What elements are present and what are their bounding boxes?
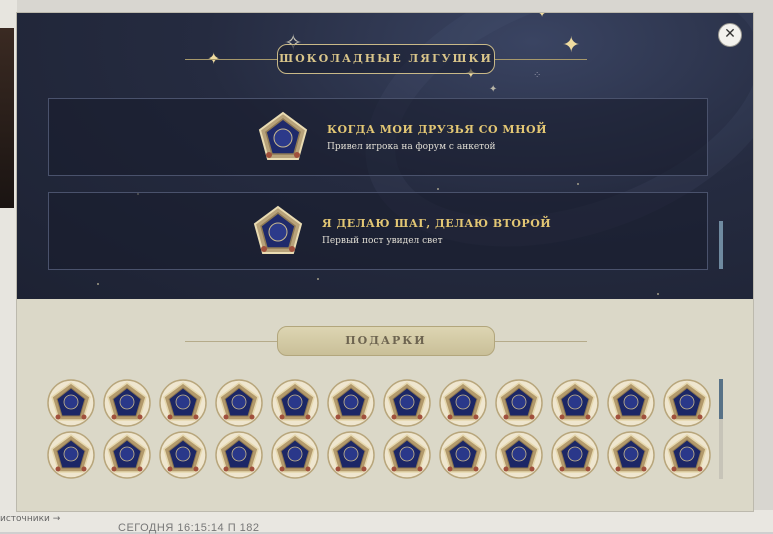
achievement-card: Я ДЕЛАЮ ШАГ, ДЕЛАЮ ВТОРОЙ Первый пост ув… xyxy=(48,192,708,270)
background-avatar xyxy=(0,28,14,208)
gift-chocolate-frog-card-icon[interactable] xyxy=(159,379,207,427)
gift-chocolate-frog-card-icon[interactable] xyxy=(439,431,487,479)
gift-chocolate-frog-card-icon[interactable] xyxy=(439,379,487,427)
gift-chocolate-frog-card-icon[interactable] xyxy=(663,379,711,427)
title-rule-right xyxy=(495,59,587,60)
gift-chocolate-frog-card-icon[interactable] xyxy=(215,379,263,427)
achievement-card: КОГДА МОИ ДРУЗЬЯ СО МНОЙ Привел игрока н… xyxy=(48,98,708,176)
close-button[interactable]: ✕ xyxy=(718,23,742,47)
gift-chocolate-frog-card-icon[interactable] xyxy=(551,379,599,427)
gift-chocolate-frog-card-icon[interactable] xyxy=(215,431,263,479)
gifts-scrollbar-thumb[interactable] xyxy=(719,379,723,419)
chocolate-frog-card-icon xyxy=(258,111,308,160)
background-left-column xyxy=(0,0,17,532)
gift-chocolate-frog-card-icon[interactable] xyxy=(327,431,375,479)
frogs-section-title: ШОКОЛАДНЫЕ ЛЯГУШКИ xyxy=(277,44,495,74)
chocolate-frog-card-icon xyxy=(253,205,303,254)
gift-chocolate-frog-card-icon[interactable] xyxy=(103,431,151,479)
gift-chocolate-frog-card-icon[interactable] xyxy=(663,431,711,479)
gift-chocolate-frog-card-icon[interactable] xyxy=(327,379,375,427)
gift-chocolate-frog-card-icon[interactable] xyxy=(159,431,207,479)
today-line: СЕГОДНЯ 16:15:14 П 182 xyxy=(118,522,260,534)
achievement-description: Первый пост увидел свет xyxy=(322,236,443,246)
title-rule-right xyxy=(495,341,587,342)
sparkle-icon: ✦ xyxy=(537,13,548,20)
gift-chocolate-frog-card-icon[interactable] xyxy=(495,431,543,479)
gifts-section-title: ПОДАРКИ xyxy=(277,326,495,356)
gift-chocolate-frog-card-icon[interactable] xyxy=(271,379,319,427)
gift-chocolate-frog-card-icon[interactable] xyxy=(47,431,95,479)
gift-chocolate-frog-card-icon[interactable] xyxy=(271,431,319,479)
gift-chocolate-frog-card-icon[interactable] xyxy=(607,431,655,479)
frogs-scrollbar[interactable] xyxy=(719,221,723,269)
sparkle-icon: ✦ xyxy=(562,33,581,58)
gift-chocolate-frog-card-icon[interactable] xyxy=(495,379,543,427)
gift-chocolate-frog-card-icon[interactable] xyxy=(383,431,431,479)
achievement-name: КОГДА МОИ ДРУЗЬЯ СО МНОЙ xyxy=(327,123,547,136)
sources-link[interactable]: источники → xyxy=(0,514,60,524)
gift-chocolate-frog-card-icon[interactable] xyxy=(607,379,655,427)
background-footer: источники → СЕГОДНЯ 16:15:14 П 182 xyxy=(0,510,773,534)
title-rule-left xyxy=(185,341,277,342)
gift-chocolate-frog-card-icon[interactable] xyxy=(551,431,599,479)
sparkle-icon: ⁘ xyxy=(533,70,542,81)
gift-chocolate-frog-card-icon[interactable] xyxy=(103,379,151,427)
achievement-name: Я ДЕЛАЮ ШАГ, ДЕЛАЮ ВТОРОЙ xyxy=(322,217,552,230)
sparkle-icon: ✦ xyxy=(489,84,498,95)
frogs-panel: ✦ ✧ ✦ ✦ ✦ ✦ ⁘ ШОКОЛАДНЫЕ ЛЯГУШКИ КОГДА М… xyxy=(17,13,753,299)
achievement-description: Привел игрока на форум с анкетой xyxy=(327,142,496,152)
gift-chocolate-frog-card-icon[interactable] xyxy=(383,379,431,427)
title-rule-left xyxy=(185,59,277,60)
achievements-modal: ✦ ✧ ✦ ✦ ✦ ✦ ⁘ ШОКОЛАДНЫЕ ЛЯГУШКИ КОГДА М… xyxy=(16,12,754,512)
gift-chocolate-frog-card-icon[interactable] xyxy=(47,379,95,427)
